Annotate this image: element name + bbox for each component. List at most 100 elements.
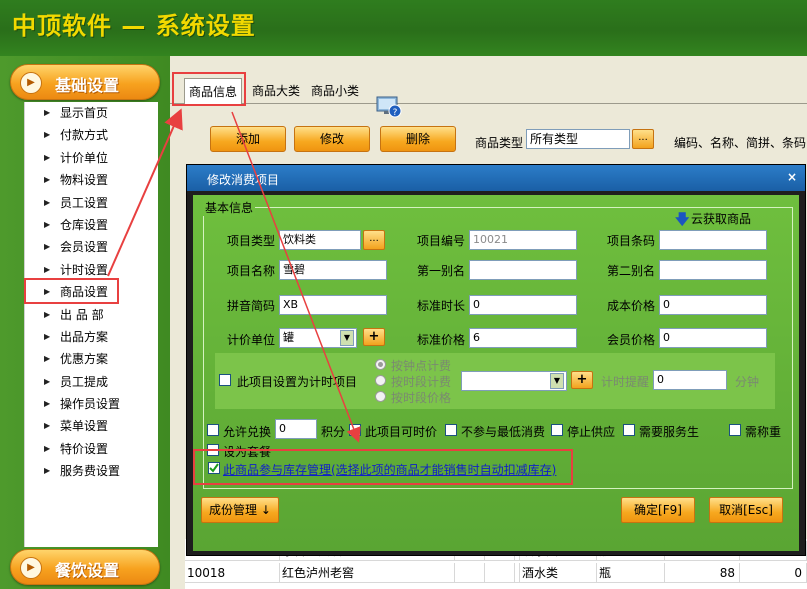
sidebar-item[interactable]: ▶ 员工提成 bbox=[25, 371, 158, 393]
add-period-button[interactable]: + bbox=[571, 371, 593, 389]
composition-label: 成份管理 bbox=[209, 503, 258, 517]
help-monitor-icon[interactable]: ? bbox=[376, 96, 402, 118]
triangle-right-icon: ▶ bbox=[44, 152, 51, 162]
table-row[interactable]: 10018 红色泸州老窖 酒水类瓶 88 0 bbox=[185, 563, 807, 583]
delete-button[interactable]: 删除 bbox=[380, 126, 456, 152]
std-price-field[interactable]: 6 bbox=[469, 328, 577, 348]
table-cell: 瓶 bbox=[597, 563, 665, 583]
item-type-field[interactable]: 饮料类 bbox=[279, 230, 361, 250]
sidebar-item[interactable]: ▶ 会员设置 bbox=[25, 236, 158, 258]
points-field[interactable]: 0 bbox=[275, 419, 317, 439]
table-cell: 10018 bbox=[185, 563, 280, 583]
barcode-field[interactable] bbox=[659, 230, 767, 250]
edit-button[interactable]: 修改 bbox=[294, 126, 370, 152]
timed-price-checkbox[interactable] bbox=[349, 424, 361, 436]
type-label: 商品类型 bbox=[475, 136, 524, 150]
chevron-down-icon[interactable]: ▼ bbox=[340, 330, 354, 346]
allow-exchange-checkbox[interactable] bbox=[207, 424, 219, 436]
alias1-field[interactable] bbox=[469, 260, 577, 280]
sidebar-item[interactable]: ▶ 操作员设置 bbox=[25, 393, 158, 415]
alias2-field[interactable] bbox=[659, 260, 767, 280]
down-arrow-icon: ↓ bbox=[260, 503, 271, 517]
product-type-select[interactable]: 所有类型 bbox=[526, 129, 630, 149]
pinyin-field[interactable]: XB bbox=[279, 295, 387, 315]
section-catering-settings[interactable]: ▶ 餐饮设置 bbox=[10, 549, 160, 585]
barcode-label: 项目条码 bbox=[607, 234, 656, 248]
sidebar-item[interactable]: ▶ 付款方式 bbox=[25, 124, 158, 146]
chevron-down-icon[interactable]: ▼ bbox=[550, 373, 564, 389]
radio-by-hour-label: 按钟点计费 bbox=[391, 359, 452, 373]
sidebar-item[interactable]: ▶ 显示首页 bbox=[25, 102, 158, 124]
need-staff-checkbox[interactable] bbox=[623, 424, 635, 436]
unit-select[interactable]: 罐 ▼ bbox=[279, 328, 357, 348]
triangle-right-icon: ▶ bbox=[44, 219, 51, 229]
group-label: 基本信息 bbox=[203, 199, 256, 216]
tab-product-category[interactable]: 商品大类 bbox=[248, 78, 304, 104]
item-name-field[interactable]: 雪碧 bbox=[279, 260, 387, 280]
table-cell: 红色泸州老窖 bbox=[280, 563, 455, 583]
triangle-right-icon: ▶ bbox=[44, 443, 51, 453]
sidebar-item-label: 显示首页 bbox=[60, 106, 109, 120]
dialog-titlebar: 修改消费项目 × bbox=[187, 165, 805, 191]
tab-product-subcategory[interactable]: 商品小类 bbox=[307, 78, 363, 104]
ok-button[interactable]: 确定[F9] bbox=[621, 497, 695, 523]
stock-manage-checkbox[interactable] bbox=[208, 462, 220, 474]
stop-supply-checkbox[interactable] bbox=[551, 424, 563, 436]
std-time-field[interactable]: 0 bbox=[469, 295, 577, 315]
section-basic-settings[interactable]: ▶ 基础设置 bbox=[10, 64, 160, 100]
play-icon: ▶ bbox=[20, 72, 42, 94]
search-hint: 编码、名称、简拼、条码 bbox=[674, 136, 807, 150]
sidebar-item-label: 付款方式 bbox=[60, 128, 109, 143]
radio-by-period-price[interactable] bbox=[375, 391, 386, 402]
need-weigh-checkbox[interactable] bbox=[729, 424, 741, 436]
sidebar-item[interactable]: ▶ 服务费设置 bbox=[25, 460, 158, 482]
member-price-field[interactable]: 0 bbox=[659, 328, 767, 348]
period-select[interactable]: ▼ bbox=[461, 371, 567, 391]
section-label: 基础设置 bbox=[55, 76, 120, 95]
sidebar-item[interactable]: ▶ 优惠方案 bbox=[25, 348, 158, 370]
cost-price-field[interactable]: 0 bbox=[659, 295, 767, 315]
sidebar-item[interactable]: ▶ 仓库设置 bbox=[25, 214, 158, 236]
cancel-button[interactable]: 取消[Esc] bbox=[709, 497, 783, 523]
settings-menu: ▶ 显示首页 ▶ 付款方式 ▶ 计价单位 ▶ 物料设置 ▶ 员工设置 ▶ 仓库设置 ▶ 会员设置 ▶ 计时设置… bbox=[24, 102, 158, 547]
no-min-consume-checkbox[interactable] bbox=[445, 424, 457, 436]
sidebar-item-label: 仓库设置 bbox=[60, 217, 109, 232]
need-weigh-label: 需称重 bbox=[745, 425, 782, 439]
sidebar-item-label: 员工设置 bbox=[60, 195, 109, 210]
timer-item-checkbox[interactable] bbox=[219, 374, 231, 386]
sidebar-item[interactable]: ▶ 特价设置 bbox=[25, 438, 158, 460]
table-cell bbox=[455, 563, 485, 583]
sidebar-item-label: 操作员设置 bbox=[60, 397, 121, 412]
unit-value: 罐 bbox=[283, 331, 294, 344]
sidebar-item[interactable]: ▶ 物料设置 bbox=[25, 169, 158, 191]
item-type-label: 项目类型 bbox=[227, 234, 276, 248]
type-browse-button[interactable]: ... bbox=[632, 129, 654, 149]
sidebar-item-label: 菜单设置 bbox=[60, 419, 109, 434]
highlight-box bbox=[172, 72, 246, 106]
radio-by-hour[interactable] bbox=[375, 359, 386, 370]
add-button[interactable]: 添加 bbox=[210, 126, 286, 152]
reminder-field[interactable]: 0 bbox=[653, 370, 727, 390]
sidebar-item-label: 出 品 部 bbox=[60, 307, 104, 322]
sidebar-item-label: 计时设置 bbox=[60, 262, 109, 277]
add-unit-button[interactable]: + bbox=[363, 328, 385, 346]
app-title: 中顶软件 — 系统设置 bbox=[12, 12, 256, 40]
triangle-right-icon: ▶ bbox=[44, 354, 51, 364]
radio-by-period[interactable] bbox=[375, 375, 386, 386]
sidebar-item[interactable]: ▶ 计价单位 bbox=[25, 147, 158, 169]
sidebar-item[interactable]: ▶ 出 品 部 bbox=[25, 304, 158, 326]
sidebar-item[interactable]: ▶ 出品方案 bbox=[25, 326, 158, 348]
no-min-consume-label: 不参与最低消费 bbox=[461, 425, 546, 439]
dialog-title: 修改消费项目 bbox=[207, 173, 280, 187]
composition-button[interactable]: 成份管理 ↓ bbox=[201, 497, 279, 523]
close-icon[interactable]: × bbox=[787, 170, 797, 184]
sidebar-item[interactable]: ▶ 菜单设置 bbox=[25, 415, 158, 437]
table-cell: 0 bbox=[740, 563, 807, 583]
member-price-label: 会员价格 bbox=[607, 333, 656, 347]
sidebar-item[interactable]: ▶ 员工设置 bbox=[25, 192, 158, 214]
triangle-right-icon: ▶ bbox=[44, 130, 51, 140]
sidebar-item-label: 服务费设置 bbox=[60, 464, 121, 479]
cloud-fetch-link[interactable]: 云获取商品 bbox=[691, 210, 751, 227]
item-type-browse-button[interactable]: ... bbox=[363, 230, 385, 250]
sidebar-item-label: 优惠方案 bbox=[60, 352, 109, 367]
